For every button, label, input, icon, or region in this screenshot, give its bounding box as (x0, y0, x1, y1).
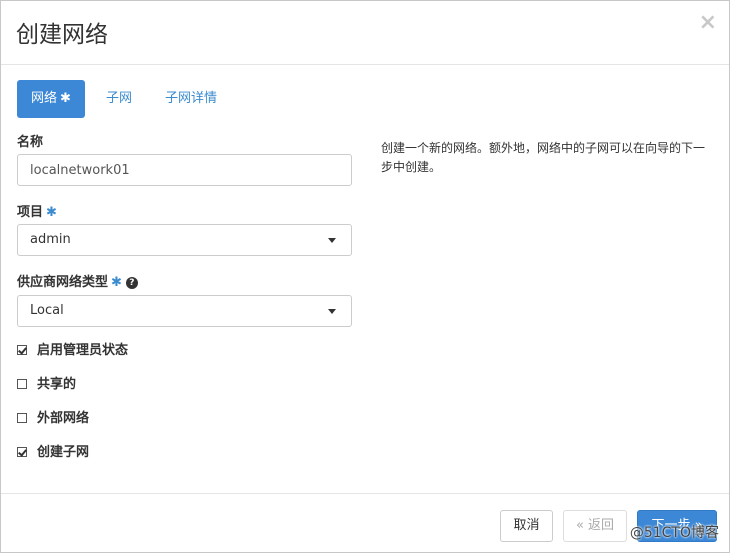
create-network-dialog: 创建网络 × 网络✱ 子网 子网详情 名称 项目✱ admin 供应商网络类型✱… (0, 0, 730, 553)
admin-state-checkbox-row[interactable]: 启用管理员状态 (17, 342, 128, 360)
tab-subnet-details[interactable]: 子网详情 (165, 80, 217, 118)
external-network-label: 外部网络 (37, 411, 90, 426)
back-button[interactable]: « 返回 (563, 510, 627, 542)
wizard-description: 创建一个新的网络。额外地，网络中的子网可以在向导的下一步中创建。 (381, 141, 706, 174)
project-selected-value: admin (30, 232, 71, 247)
dialog-title: 创建网络 (16, 22, 108, 48)
required-asterisk-icon: ✱ (60, 91, 71, 106)
question-circle-icon[interactable]: ? (125, 277, 138, 289)
create-subnet-checkbox[interactable] (17, 447, 27, 457)
tab-subnet[interactable]: 子网 (106, 80, 132, 118)
required-asterisk-icon: ✱ (111, 275, 122, 290)
create-subnet-checkbox-row[interactable]: 创建子网 (17, 444, 89, 462)
create-subnet-label: 创建子网 (37, 445, 90, 460)
required-asterisk-icon: ✱ (46, 205, 57, 220)
provider-type-select[interactable]: Local (17, 295, 352, 327)
tab-subnet-label: 子网 (106, 91, 133, 106)
tab-network[interactable]: 网络 ✱ (17, 80, 85, 118)
tab-subnet-details-label: 子网详情 (165, 91, 218, 106)
name-label: 名称 (17, 135, 44, 150)
project-select[interactable]: admin (17, 224, 352, 256)
provider-type-label: 供应商网络类型 ✱? (17, 271, 138, 290)
external-network-checkbox[interactable] (17, 413, 27, 423)
shared-checkbox[interactable] (17, 379, 27, 389)
admin-state-label: 启用管理员状态 (37, 343, 129, 358)
dialog-header: 创建网络 × (1, 1, 729, 65)
caret-down-icon (328, 238, 336, 243)
caret-down-icon (328, 309, 336, 314)
shared-checkbox-row[interactable]: 共享的 (17, 376, 76, 394)
watermark: @51CTO博客 (629, 525, 719, 541)
admin-state-checkbox[interactable] (17, 345, 27, 355)
cancel-button[interactable]: 取消 (500, 510, 553, 542)
network-name-input[interactable] (17, 154, 352, 186)
project-label: 项目 ✱ (17, 205, 57, 220)
provider-type-selected-value: Local (30, 303, 64, 318)
tab-network-label: 网络 (31, 91, 58, 106)
external-network-checkbox-row[interactable]: 外部网络 (17, 410, 89, 428)
shared-label: 共享的 (37, 377, 77, 392)
close-icon[interactable]: × (699, 11, 717, 35)
dialog-footer: 取消 « 返回 下一步 » (1, 493, 729, 553)
